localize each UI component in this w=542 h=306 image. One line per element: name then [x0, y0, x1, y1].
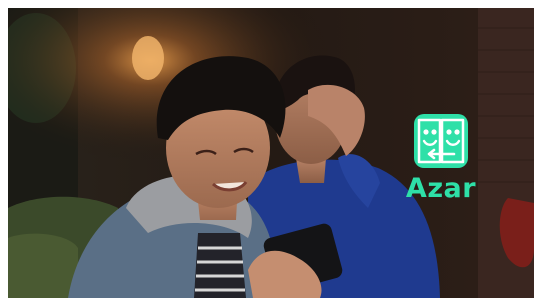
azar-wordmark: Azar	[405, 173, 477, 204]
sofa-arm	[8, 233, 78, 298]
photo-frame: Azar	[8, 8, 534, 298]
front-person-shirt	[194, 233, 246, 298]
lamp	[132, 36, 164, 80]
azar-logo: Azar	[396, 114, 486, 210]
azar-two-faces-icon	[414, 114, 468, 168]
